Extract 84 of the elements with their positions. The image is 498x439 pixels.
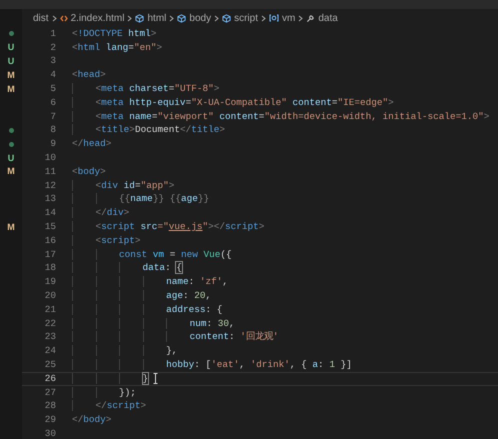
code-line: <meta charset="UTF-8"> bbox=[72, 82, 220, 96]
code-line: </head> bbox=[72, 137, 112, 152]
code-line: const vm = new Vue({ bbox=[72, 248, 232, 262]
git-status-letter: U bbox=[8, 43, 14, 52]
line-number: 23 bbox=[44, 330, 56, 344]
code-line: <title>Document</title> bbox=[72, 123, 225, 138]
chevron-icon bbox=[169, 14, 174, 22]
breadcrumb-item[interactable]: html bbox=[147, 10, 166, 26]
line-number: 9 bbox=[49, 137, 56, 152]
chevron-icon bbox=[52, 14, 57, 22]
line-number: 28 bbox=[44, 399, 56, 414]
line-number: 14 bbox=[44, 206, 56, 220]
code-line: </script> bbox=[72, 399, 146, 414]
code-line: <script> bbox=[72, 234, 141, 248]
line-number: 8 bbox=[49, 123, 56, 138]
code-line: <div id="app"> bbox=[72, 178, 174, 193]
code-line: } bbox=[72, 372, 148, 386]
code-line: <script src="vue.js"></script> bbox=[72, 220, 264, 234]
breadcrumb-item[interactable]: vm bbox=[282, 10, 296, 26]
git-status-letter: M bbox=[7, 84, 15, 94]
line-number: 13 bbox=[44, 192, 56, 206]
line-number: 20 bbox=[44, 288, 56, 303]
line-number: 12 bbox=[44, 178, 56, 193]
code-line: </body> bbox=[72, 413, 112, 428]
breadcrumb-item[interactable]: 2.index.html bbox=[70, 10, 124, 26]
line-number: 26 bbox=[44, 372, 56, 386]
code-brackets-icon bbox=[60, 14, 68, 22]
line-number: 6 bbox=[49, 96, 56, 110]
chevron-icon bbox=[260, 14, 266, 22]
cube-icon bbox=[135, 14, 144, 22]
line-number: 3 bbox=[49, 54, 56, 68]
line-number: 1 bbox=[49, 26, 56, 41]
code-line: <!DOCTYPE html> bbox=[72, 26, 156, 41]
code-line: content: '回龙观' bbox=[72, 330, 278, 344]
cube-icon bbox=[222, 14, 232, 22]
code-line: name: 'zf', bbox=[72, 275, 228, 290]
line-number: 5 bbox=[49, 82, 56, 96]
breadcrumb-item[interactable]: data bbox=[318, 10, 338, 26]
line-number: 21 bbox=[44, 302, 56, 317]
git-status-letter: M bbox=[7, 167, 15, 176]
code-line: <meta name="viewport" content="width=device-width, initial-scale=1.0"> bbox=[72, 110, 490, 124]
chevron-icon bbox=[298, 14, 304, 22]
code-line: address: { bbox=[72, 302, 222, 317]
line-number: 18 bbox=[44, 261, 56, 276]
line-number: 16 bbox=[44, 234, 56, 248]
line-number: 30 bbox=[44, 426, 56, 439]
line-number: 7 bbox=[49, 110, 56, 124]
chevron-icon bbox=[214, 14, 220, 22]
code-line: <html lang="en"> bbox=[72, 40, 162, 55]
variable-icon bbox=[268, 14, 279, 22]
line-number: 15 bbox=[44, 220, 56, 234]
code-line: }, bbox=[72, 344, 178, 358]
breadcrumb-item[interactable]: dist bbox=[33, 10, 49, 26]
code-line: <body> bbox=[72, 164, 106, 179]
line-number: 19 bbox=[44, 275, 56, 290]
line-number: 22 bbox=[44, 316, 56, 331]
chevron-icon bbox=[127, 14, 132, 22]
code-line: age: 20, bbox=[72, 288, 212, 304]
code-line: <meta http-equiv="X-UA-Compatible" content="IE=edge"> bbox=[72, 96, 394, 110]
git-status-letter: M bbox=[7, 70, 15, 80]
code-line: }); bbox=[72, 386, 136, 400]
wrench-icon bbox=[306, 14, 316, 22]
line-number: 29 bbox=[44, 413, 56, 428]
breadcrumb-item[interactable]: body bbox=[189, 10, 212, 26]
code-line: hobby: ['eat', 'drink', { a: 1 }] bbox=[72, 358, 352, 372]
code-line: <head> bbox=[72, 68, 106, 82]
line-number: 27 bbox=[44, 386, 56, 400]
line-number: 2 bbox=[49, 40, 56, 55]
line-number: 25 bbox=[44, 358, 56, 372]
git-status-letter: M bbox=[7, 222, 15, 232]
breadcrumb-item[interactable]: script bbox=[234, 10, 258, 26]
code-line: num: 30, bbox=[72, 316, 235, 331]
line-number: 4 bbox=[49, 68, 56, 82]
code-line: </div> bbox=[72, 206, 130, 220]
text-cursor-icon bbox=[153, 373, 158, 384]
code-line: {{name}} {{age}} bbox=[72, 192, 210, 207]
git-status-letter: U bbox=[8, 154, 14, 163]
cube-icon bbox=[177, 14, 186, 22]
line-number: 24 bbox=[44, 344, 56, 358]
git-status-letter: U bbox=[8, 56, 14, 66]
line-number: 11 bbox=[44, 164, 56, 179]
code-line: data: { bbox=[72, 261, 182, 276]
line-number: 10 bbox=[44, 151, 56, 166]
line-number: 17 bbox=[44, 248, 56, 262]
